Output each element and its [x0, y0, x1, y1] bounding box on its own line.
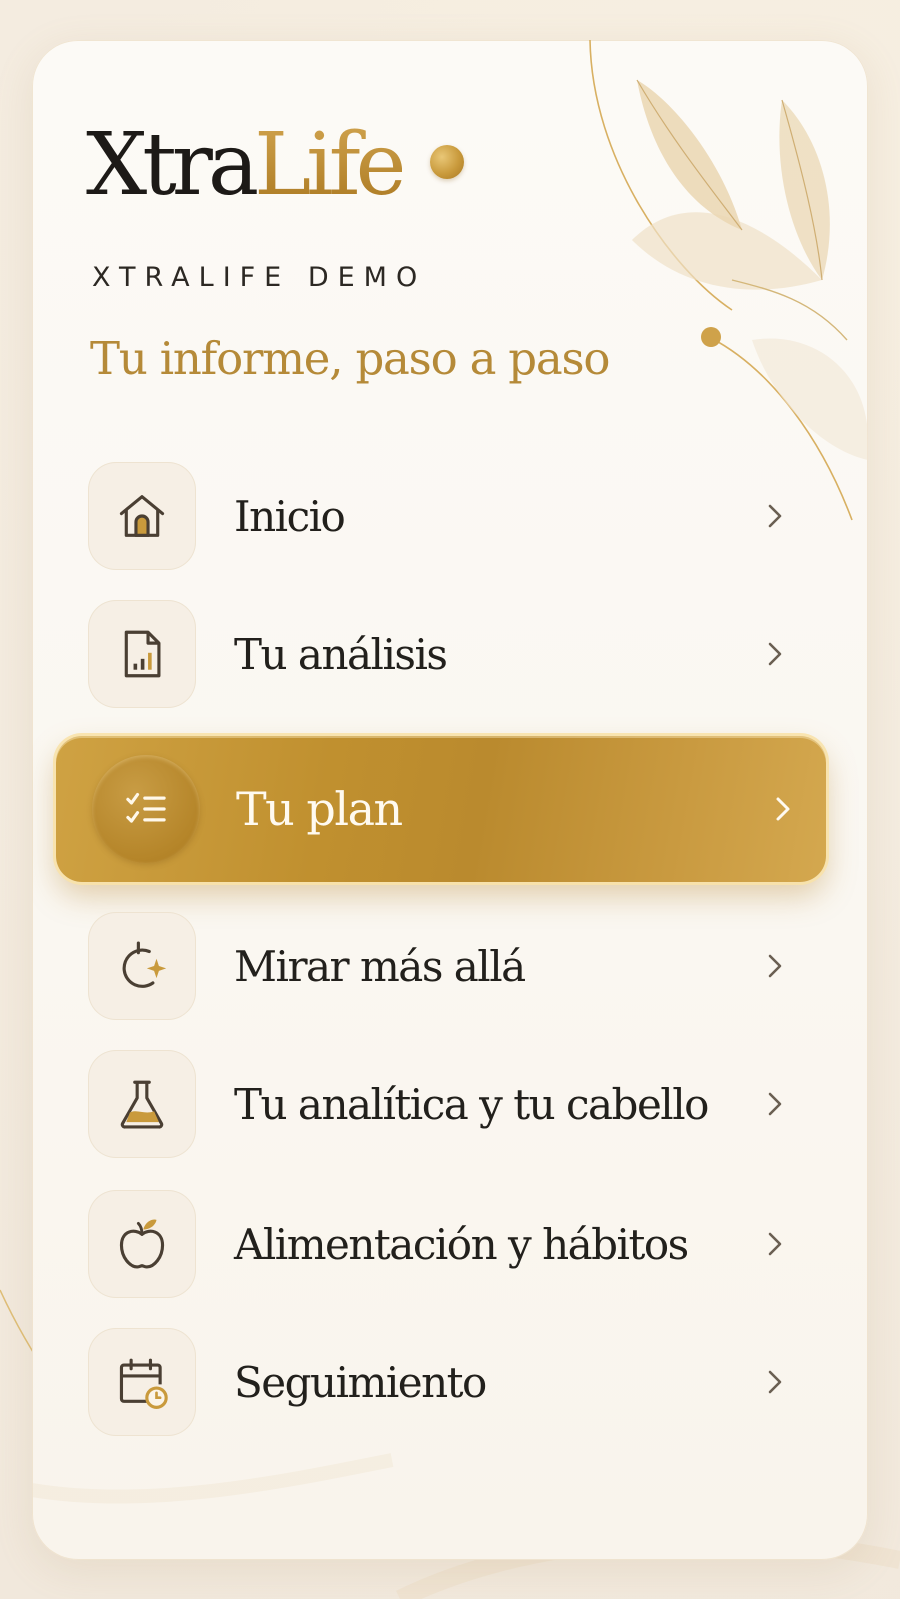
flask-icon [88, 1050, 196, 1158]
apple-icon [88, 1190, 196, 1298]
chevron-right-icon [770, 794, 796, 824]
menu-item-mirar-mas-alla[interactable]: Mirar más allá [88, 912, 788, 1020]
chevron-right-icon [762, 1367, 788, 1397]
menu-panel: XtraLife XTRALIFE DEMO Tu informe, paso … [32, 40, 868, 1560]
chevron-right-icon [762, 1089, 788, 1119]
menu-item-tu-analitica[interactable]: Tu analítica y tu cabello [88, 1050, 788, 1158]
home-icon [88, 462, 196, 570]
checklist-icon [92, 755, 200, 863]
calendar-clock-icon [88, 1328, 196, 1436]
menu-item-inicio[interactable]: Inicio [88, 462, 788, 570]
menu-item-tu-analisis[interactable]: Tu análisis [88, 600, 788, 708]
menu-item-alimentacion[interactable]: Alimentación y hábitos [88, 1190, 788, 1298]
chevron-right-icon [762, 1229, 788, 1259]
menu-item-label: Tu analítica y tu cabello [234, 1079, 709, 1129]
menu-item-label: Tu plan [236, 782, 403, 836]
menu-item-label: Alimentación y hábitos [234, 1219, 689, 1269]
menu-item-label: Inicio [234, 491, 346, 541]
main-menu: Inicio Tu análisis Tu plan Mirar más all… [32, 40, 868, 1560]
menu-item-seguimiento[interactable]: Seguimiento [88, 1328, 788, 1436]
chevron-right-icon [762, 501, 788, 531]
report-icon [88, 600, 196, 708]
menu-item-label: Mirar más allá [234, 941, 526, 991]
chevron-right-icon [762, 639, 788, 669]
chevron-right-icon [762, 951, 788, 981]
menu-item-label: Tu análisis [234, 629, 448, 679]
refresh-sparkle-icon [88, 912, 196, 1020]
menu-item-label: Seguimiento [234, 1357, 487, 1407]
menu-item-tu-plan[interactable]: Tu plan [56, 736, 826, 882]
